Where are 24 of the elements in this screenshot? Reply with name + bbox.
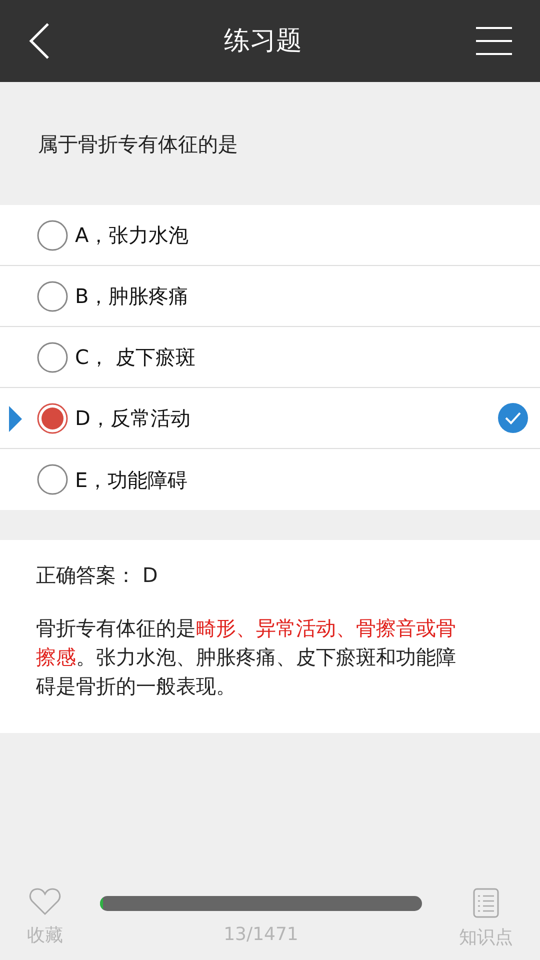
menu-icon[interactable] <box>476 26 512 56</box>
page-title: 练习题 <box>224 24 302 58</box>
option-label: B，肿胀疼痛 <box>75 283 189 310</box>
radio-unchecked[interactable] <box>37 342 68 372</box>
option-row[interactable]: B，肿胀疼痛 <box>0 266 540 327</box>
option-row[interactable]: D，反常活动 <box>0 388 540 449</box>
correct-answer: 正确答案： D <box>36 562 159 589</box>
option-row[interactable]: C， 皮下瘀斑 <box>0 327 540 388</box>
option-row[interactable]: E，功能障碍 <box>0 449 540 510</box>
option-row[interactable]: A，张力水泡 <box>0 205 540 266</box>
radio-unchecked[interactable] <box>37 280 68 312</box>
radio-unchecked[interactable] <box>37 220 68 250</box>
radio-unchecked[interactable] <box>37 464 68 495</box>
option-label: C， 皮下瘀斑 <box>75 344 196 371</box>
option-label: D，反常活动 <box>75 405 190 432</box>
explanation-text: 骨折专有体征的是畸形、异常活动、骨擦音或骨擦感。张力水泡、肿胀疼痛、皮下瘀斑和功能障碍是骨折的一般表现。 <box>36 615 457 700</box>
option-label: A，张力水泡 <box>75 222 189 249</box>
back-icon[interactable] <box>28 22 50 60</box>
radio-checked[interactable] <box>37 402 68 434</box>
heart-icon <box>29 888 61 916</box>
question-text: 属于骨折专有体征的是 <box>38 130 238 158</box>
progress-count: 13/1471 <box>224 923 298 947</box>
list-icon <box>473 888 499 918</box>
option-label: E，功能障碍 <box>75 466 188 494</box>
